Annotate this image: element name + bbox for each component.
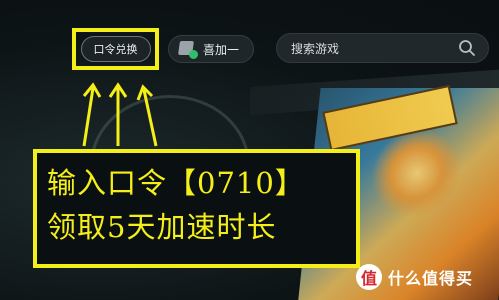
watermark-text: 什么值得买 xyxy=(388,269,474,288)
promo-line-code: 输入口令【0710】 xyxy=(47,166,305,200)
gift-plus-icon xyxy=(178,40,198,59)
code-redeem-highlight: 口令兑换 xyxy=(72,28,159,70)
up-arrow-icon xyxy=(108,82,128,146)
search-input[interactable]: 搜索游戏 xyxy=(291,40,454,57)
promo-callout: 输入口令【0710】 领取5天加速时长 xyxy=(33,149,360,268)
search-bar[interactable]: 搜索游戏 xyxy=(276,33,489,63)
site-watermark: 值 什么值得买 xyxy=(356,262,473,292)
up-arrow-icon xyxy=(136,84,158,147)
plus-one-button[interactable]: 喜加一 xyxy=(168,35,254,63)
search-icon[interactable] xyxy=(454,35,480,61)
code-redeem-button[interactable]: 口令兑换 xyxy=(80,36,151,62)
top-bar: 口令兑换 喜加一 搜索游戏 xyxy=(0,0,499,95)
up-arrow-icon xyxy=(82,82,102,147)
plus-one-label: 喜加一 xyxy=(203,42,240,57)
code-redeem-label: 口令兑换 xyxy=(93,43,138,56)
promo-line-reward: 领取5天加速时长 xyxy=(47,210,277,244)
watermark-logo: 值 xyxy=(356,264,382,290)
